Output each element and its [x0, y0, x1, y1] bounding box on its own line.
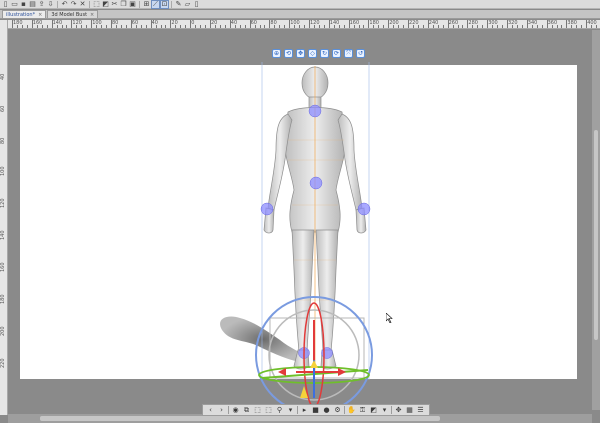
move-icon[interactable]: ✥ — [394, 406, 403, 415]
rotate-camera-icon[interactable]: ⟲ — [284, 48, 293, 58]
camera-icon[interactable]: ◉ — [231, 406, 240, 415]
frame-icon[interactable]: ⬚ — [253, 406, 262, 415]
object-launcher-bottom: ‹ › ◉ ⧉ ⬚ ⬚ ⚲ ▾ ▸ ■ ● ⚙ ✋ ⚿ ◩ ▾ ✥ ▦ ☰ — [202, 404, 430, 416]
joint-right-foot — [321, 347, 333, 359]
mouse-cursor-icon — [386, 313, 393, 323]
launcher-separator — [344, 406, 345, 414]
prev-icon[interactable]: ‹ — [206, 406, 215, 415]
model-shadow — [220, 316, 306, 362]
scale-icon[interactable]: ⤧ — [344, 48, 353, 58]
move-camera-icon[interactable]: ⊕ — [272, 48, 281, 58]
transform-icon[interactable]: ⬚ — [264, 406, 273, 415]
stop-icon[interactable]: ■ — [311, 406, 320, 415]
fill-icon[interactable]: ◩ — [369, 406, 378, 415]
launcher-separator — [391, 406, 392, 414]
pan-camera-icon[interactable]: ✥ — [296, 48, 305, 58]
launcher-separator — [297, 406, 298, 414]
play-icon[interactable]: ▸ — [300, 406, 309, 415]
move-plane-icon[interactable]: ◇ — [308, 48, 317, 58]
joint-left-wrist — [260, 202, 274, 216]
reset-icon[interactable]: ↺ — [356, 48, 365, 58]
joint-neck — [308, 104, 322, 118]
hand-icon[interactable]: ✋ — [347, 406, 356, 415]
launcher-separator — [228, 406, 229, 414]
dropdown-icon[interactable]: ▾ — [286, 406, 295, 415]
dropdown-icon[interactable]: ▾ — [380, 406, 389, 415]
next-icon[interactable]: › — [217, 406, 226, 415]
pose-icon[interactable]: ⚲ — [275, 406, 284, 415]
settings-icon[interactable]: ⚙ — [333, 406, 342, 415]
clip-studio-window: ▯ ▭ ▪ ▤ ⇪ ⇩ ↶ ↷ ✕ ⬚ ◩ ✂ ❐ ▣ ⊞ ⟋ ⊡ ✎ ▱ ▯ illustration* × 3d … — [0, 0, 600, 423]
camera-angle-icon[interactable]: ⧉ — [242, 406, 251, 415]
rotate-object-icon[interactable]: ↻ — [320, 48, 329, 58]
joint-right-wrist — [357, 202, 371, 216]
rotate-plane-icon[interactable]: ⟳ — [332, 48, 341, 58]
lock-icon[interactable]: ⚿ — [358, 406, 367, 415]
record-icon[interactable]: ● — [322, 406, 331, 415]
grid-icon[interactable]: ▦ — [405, 406, 414, 415]
layers-icon[interactable]: ☰ — [416, 406, 425, 415]
manipulator-gizmo[interactable] — [255, 296, 373, 414]
joint-hip — [309, 176, 323, 190]
object-launcher-top: ⊕ ⟲ ✥ ◇ ↻ ⟳ ⤧ ↺ — [272, 48, 365, 58]
3d-model-scene — [220, 62, 373, 414]
